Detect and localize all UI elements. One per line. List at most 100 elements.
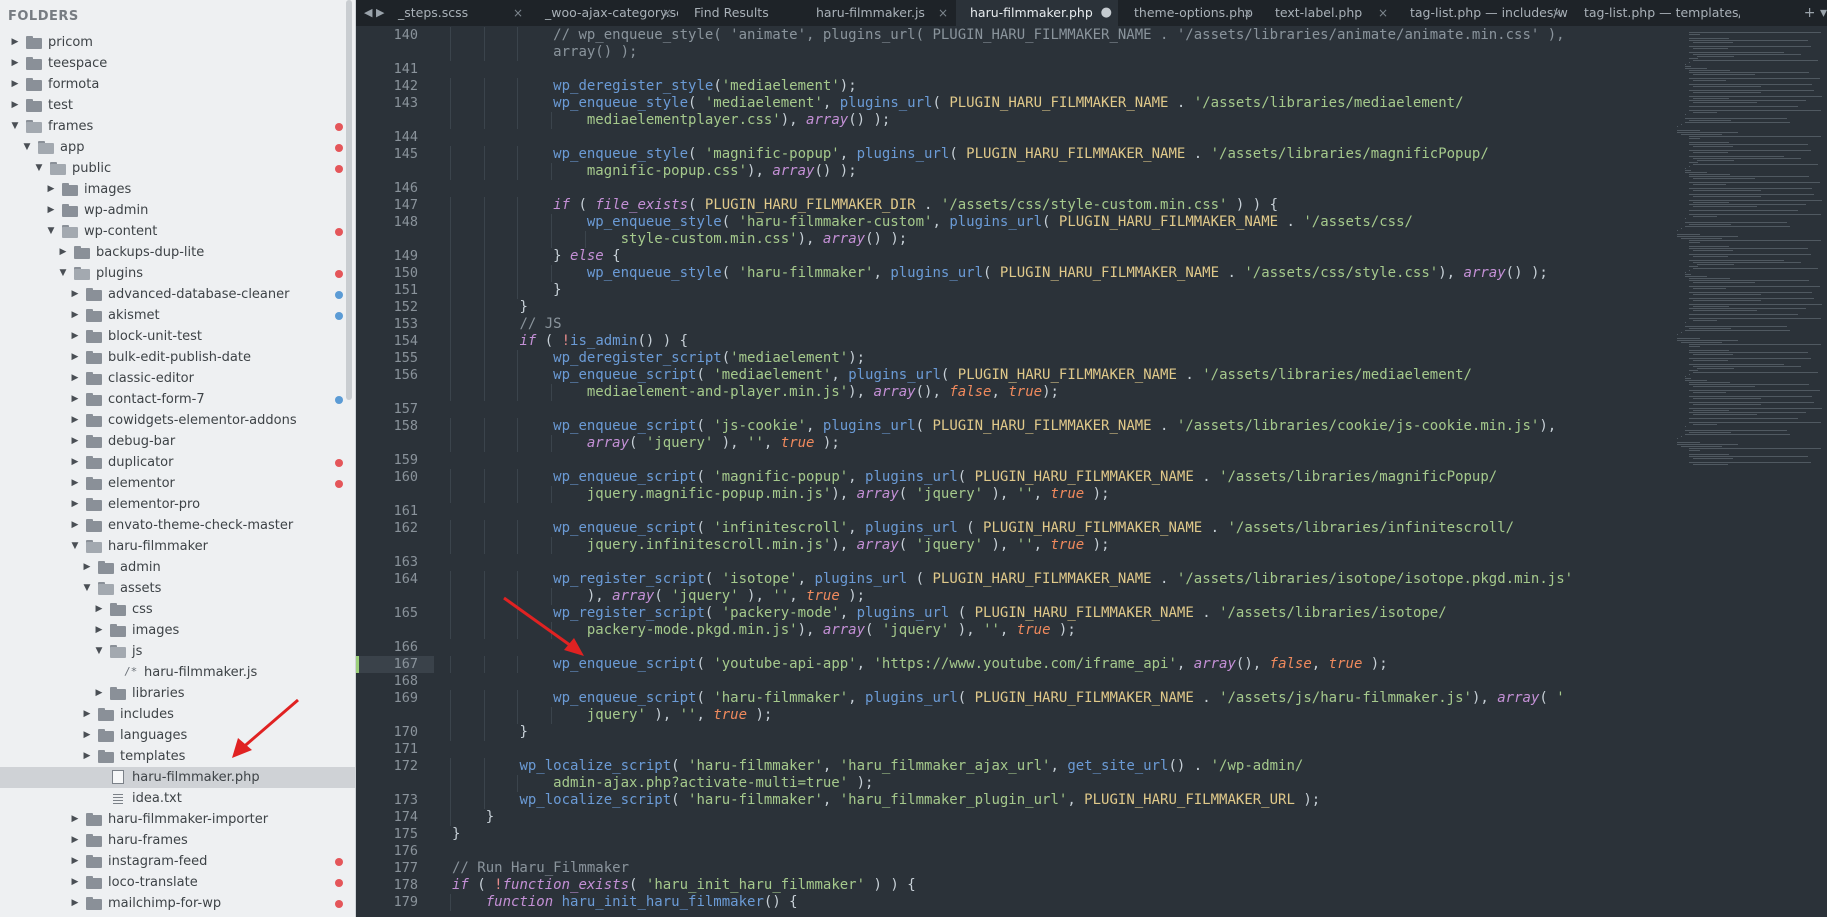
tab[interactable]: theme-options.php × (1120, 0, 1259, 26)
disclosure-closed-icon[interactable]: ▶ (70, 347, 80, 368)
tree-folder[interactable]: ▶ teespace (0, 53, 355, 74)
tab[interactable]: _steps.scss × (384, 0, 529, 26)
disclosure-closed-icon[interactable]: ▶ (46, 200, 56, 221)
tab[interactable]: tag-list.php — includes/widgets× (1396, 0, 1568, 26)
tree-folder[interactable]: ▼ wp-content (0, 221, 355, 242)
code-editor[interactable]: 140 // wp_enqueue_style( 'animate', plugi… (356, 26, 1671, 917)
disclosure-closed-icon[interactable]: ▶ (70, 389, 80, 410)
minimap[interactable] (1671, 26, 1827, 917)
tree-folder[interactable]: ▼ frames (0, 116, 355, 137)
tree-folder[interactable]: ▼ js (0, 641, 355, 662)
disclosure-open-icon[interactable]: ▼ (22, 137, 32, 158)
disclosure-closed-icon[interactable]: ▶ (46, 179, 56, 200)
disclosure-closed-icon[interactable]: ▶ (58, 242, 68, 263)
disclosure-open-icon[interactable]: ▼ (58, 263, 68, 284)
disclosure-closed-icon[interactable]: ▶ (82, 557, 92, 578)
tab-close-icon[interactable]: × (662, 0, 672, 26)
tree-folder[interactable]: ▶ pricom (0, 32, 355, 53)
tab[interactable]: text-label.php × (1261, 0, 1394, 26)
disclosure-closed-icon[interactable]: ▶ (94, 683, 104, 704)
tree-folder[interactable]: ▶ admin (0, 557, 355, 578)
unsaved-dot-icon[interactable]: ● (1101, 0, 1112, 26)
disclosure-open-icon[interactable]: ▼ (70, 536, 80, 557)
tree-folder[interactable]: ▼ app (0, 137, 355, 158)
tree-folder[interactable]: ▶ envato-theme-check-master (0, 515, 355, 536)
tree-folder[interactable]: ▶ images (0, 179, 355, 200)
tree-folder[interactable]: ▶ block-unit-test (0, 326, 355, 347)
disclosure-open-icon[interactable]: ▼ (34, 158, 44, 179)
tree-file[interactable]: idea.txt (0, 788, 355, 809)
disclosure-closed-icon[interactable]: ▶ (70, 431, 80, 452)
disclosure-closed-icon[interactable]: ▶ (82, 704, 92, 725)
tree-folder[interactable]: ▶ images (0, 620, 355, 641)
tree-folder[interactable]: ▶ cowidgets-elementor-addons (0, 410, 355, 431)
tree-folder[interactable]: ▶ css (0, 599, 355, 620)
tree-folder[interactable]: ▼ assets (0, 578, 355, 599)
disclosure-closed-icon[interactable]: ▶ (10, 32, 20, 53)
tree-folder[interactable]: ▶ advanced-database-cleaner (0, 284, 355, 305)
disclosure-closed-icon[interactable]: ▶ (94, 620, 104, 641)
tree-folder[interactable]: ▶ elementor (0, 473, 355, 494)
tab[interactable]: Find Results (680, 0, 800, 26)
disclosure-closed-icon[interactable]: ▶ (82, 746, 92, 767)
tab-close-icon[interactable]: × (513, 0, 523, 26)
tab-nav-arrows[interactable]: ◀ ▶ (364, 0, 384, 26)
disclosure-closed-icon[interactable]: ▶ (70, 893, 80, 914)
tree-folder[interactable]: ▶ contact-form-7 (0, 389, 355, 410)
tree-folder[interactable]: ▶ bulk-edit-publish-date (0, 347, 355, 368)
disclosure-closed-icon[interactable]: ▶ (70, 473, 80, 494)
tree-folder[interactable]: ▶ loco-translate (0, 872, 355, 893)
disclosure-closed-icon[interactable]: ▶ (70, 305, 80, 326)
tab-close-icon[interactable]: × (1378, 0, 1388, 26)
disclosure-closed-icon[interactable]: ▶ (10, 53, 20, 74)
tree-folder[interactable]: ▼ public (0, 158, 355, 179)
disclosure-closed-icon[interactable]: ▶ (70, 809, 80, 830)
disclosure-closed-icon[interactable]: ▶ (70, 830, 80, 851)
disclosure-open-icon[interactable]: ▼ (82, 578, 92, 599)
tree-folder[interactable]: ▼ plugins (0, 263, 355, 284)
tree-folder[interactable]: ▼ haru-filmmaker (0, 536, 355, 557)
disclosure-closed-icon[interactable]: ▶ (70, 452, 80, 473)
disclosure-closed-icon[interactable]: ▶ (94, 599, 104, 620)
disclosure-closed-icon[interactable]: ▶ (70, 494, 80, 515)
tree-folder[interactable]: ▶ haru-frames (0, 830, 355, 851)
tab-bar-new-tab-and-menu[interactable]: + ▾ (1804, 0, 1827, 26)
disclosure-closed-icon[interactable]: ▶ (70, 851, 80, 872)
code-text: jquery' ), '', true ); (587, 707, 772, 724)
code-text: jquery.magnific-popup.min.js'), array( '… (587, 486, 1110, 503)
disclosure-open-icon[interactable]: ▼ (94, 641, 104, 662)
tab-close-icon[interactable]: × (938, 0, 948, 26)
tree-folder[interactable]: ▶ mailchimp-for-wp (0, 893, 355, 914)
disclosure-closed-icon[interactable]: ▶ (70, 368, 80, 389)
tree-folder[interactable]: ▶ instagram-feed (0, 851, 355, 872)
tab[interactable]: _woo-ajax-category.scss× (531, 0, 678, 26)
tree-folder[interactable]: ▶ elementor-pro (0, 494, 355, 515)
tab[interactable]: tag-list.php — templates/tag-list (1570, 0, 1740, 26)
tab-close-icon[interactable]: × (1243, 0, 1253, 26)
tab[interactable]: haru-filmmaker.php ● (956, 0, 1118, 26)
tree-folder[interactable]: ▶ test (0, 95, 355, 116)
disclosure-open-icon[interactable]: ▼ (46, 221, 56, 242)
disclosure-closed-icon[interactable]: ▶ (70, 326, 80, 347)
disclosure-closed-icon[interactable]: ▶ (10, 74, 20, 95)
tab[interactable]: haru-filmmaker.js × (802, 0, 954, 26)
tree-folder[interactable]: ▶ akismet (0, 305, 355, 326)
disclosure-closed-icon[interactable]: ▶ (10, 95, 20, 116)
disclosure-closed-icon[interactable]: ▶ (70, 284, 80, 305)
tree-file[interactable]: haru-filmmaker.php (0, 767, 355, 788)
tab-close-icon[interactable]: × (1552, 0, 1562, 26)
tree-folder[interactable]: ▶ classic-editor (0, 368, 355, 389)
tree-folder[interactable]: ▶ wp-admin (0, 200, 355, 221)
disclosure-closed-icon[interactable]: ▶ (82, 725, 92, 746)
sidebar-scrollbar[interactable] (346, 0, 352, 400)
disclosure-closed-icon[interactable]: ▶ (70, 410, 80, 431)
disclosure-open-icon[interactable]: ▼ (10, 116, 20, 137)
tree-folder[interactable]: ▶ debug-bar (0, 431, 355, 452)
tree-folder[interactable]: ▶ formota (0, 74, 355, 95)
disclosure-closed-icon[interactable]: ▶ (70, 872, 80, 893)
disclosure-closed-icon[interactable]: ▶ (70, 515, 80, 536)
tree-folder[interactable]: ▶ backups-dup-lite (0, 242, 355, 263)
tree-file[interactable]: /* haru-filmmaker.js (0, 662, 355, 683)
tree-folder[interactable]: ▶ duplicator (0, 452, 355, 473)
tree-folder[interactable]: ▶ haru-filmmaker-importer (0, 809, 355, 830)
